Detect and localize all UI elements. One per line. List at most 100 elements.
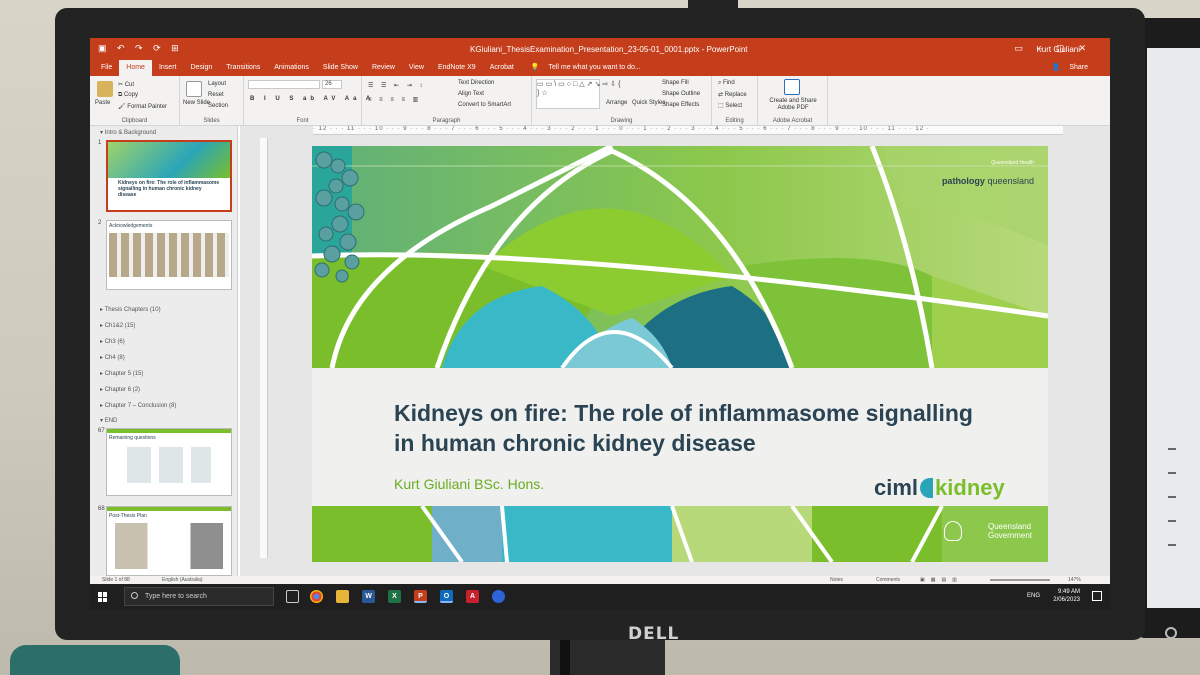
system-clock[interactable]: 9:49 AM 2/06/2023 bbox=[1053, 588, 1080, 604]
thumb-title: Remaining questions bbox=[109, 435, 156, 441]
power-button[interactable] bbox=[1165, 627, 1177, 639]
section-label: Thesis Chapters (10) bbox=[104, 307, 161, 313]
section-button[interactable]: Section bbox=[208, 103, 228, 109]
align-buttons[interactable]: ≡ ≡ ≡ ≡ ▥ bbox=[368, 96, 421, 103]
acrobat-icon[interactable]: A bbox=[466, 590, 479, 603]
text-direction-button[interactable]: Text Direction bbox=[458, 80, 494, 86]
outlook-icon[interactable]: O bbox=[440, 590, 453, 603]
paste-button[interactable]: Paste bbox=[95, 100, 110, 106]
taskbar-search[interactable]: Type here to search bbox=[124, 587, 274, 606]
select-button[interactable]: ⬚ Select bbox=[718, 102, 742, 109]
notification-icon[interactable] bbox=[1092, 591, 1102, 601]
find-button[interactable]: ⌕ Find bbox=[718, 80, 735, 87]
slide-canvas[interactable]: Queensland Health pathology queensland K… bbox=[312, 146, 1048, 562]
tab-review[interactable]: Review bbox=[365, 60, 402, 76]
arrange-button[interactable]: Arrange bbox=[606, 100, 627, 106]
windows-start-icon[interactable] bbox=[98, 592, 108, 602]
excel-icon[interactable]: X bbox=[388, 590, 401, 603]
share-label: Share bbox=[1069, 64, 1088, 71]
cut-button[interactable]: ✂ Cut bbox=[118, 81, 134, 88]
section-ch4[interactable]: ▸ Ch4 (8) bbox=[100, 354, 125, 361]
adobe-pdf-icon[interactable] bbox=[784, 79, 800, 95]
zoom-slider[interactable] bbox=[990, 579, 1050, 581]
shape-fill-button[interactable]: Shape Fill bbox=[662, 80, 689, 86]
thumbnail-pane[interactable]: ▾ Intro & Background 1 Kidneys on fire: … bbox=[90, 126, 238, 584]
convert-smartart-button[interactable]: Convert to SmartArt bbox=[458, 102, 511, 108]
slide-thumbnail-68[interactable]: Post-Thesis Plan bbox=[106, 506, 232, 576]
list-buttons[interactable]: ☰ ☰ ⇤ ⇥ ↕ bbox=[368, 82, 425, 89]
font-size-input[interactable]: 26 bbox=[322, 80, 342, 89]
shape-effects-button[interactable]: Shape Effects bbox=[662, 102, 699, 108]
quick-styles-button[interactable]: Quick Styles bbox=[632, 100, 665, 106]
shapes-gallery[interactable]: ▭▭\▭○□△↗↘⇨⇩{ }☆ bbox=[536, 79, 620, 109]
clipboard-group: Paste ✂ Cut ⧉ Copy 🖌 Format Painter Clip… bbox=[90, 76, 180, 126]
tab-transitions[interactable]: Transitions bbox=[219, 60, 267, 76]
search-placeholder: Type here to search bbox=[145, 593, 207, 600]
monitor-cable bbox=[560, 640, 570, 675]
font-name-input[interactable] bbox=[248, 80, 320, 89]
tab-insert[interactable]: Insert bbox=[152, 60, 184, 76]
comments-button[interactable]: Comments bbox=[876, 577, 900, 583]
file-explorer-icon[interactable] bbox=[336, 590, 349, 603]
align-text-button[interactable]: Align Text bbox=[458, 91, 484, 97]
zoom-icon[interactable] bbox=[492, 590, 505, 603]
slide-author[interactable]: Kurt Giuliani BSc. Hons. bbox=[394, 476, 544, 492]
share-button[interactable]: 👤 Share bbox=[1045, 60, 1102, 76]
tab-animations[interactable]: Animations bbox=[267, 60, 316, 76]
slide-thumbnail-67[interactable]: Remaining questions bbox=[106, 428, 232, 496]
slides-label: Slides bbox=[203, 118, 220, 124]
shape-outline-button[interactable]: Shape Outline bbox=[662, 91, 700, 97]
thumb-number: 2 bbox=[98, 220, 102, 226]
thumb-title: Kidneys on fire: The role of inflammasom… bbox=[118, 180, 220, 198]
language-indicator[interactable]: English (Australia) bbox=[162, 577, 203, 583]
tell-me-search[interactable]: 💡 Tell me what you want to do... bbox=[521, 60, 655, 76]
word-icon[interactable]: W bbox=[362, 590, 375, 603]
section-chapter-5[interactable]: ▸ Chapter 5 (15) bbox=[100, 370, 143, 377]
tab-file[interactable]: File bbox=[94, 60, 119, 76]
tab-endnote[interactable]: EndNote X9 bbox=[431, 60, 483, 76]
new-slide-icon[interactable] bbox=[186, 81, 202, 97]
section-label: Chapter 6 (2) bbox=[104, 387, 141, 393]
tab-acrobat[interactable]: Acrobat bbox=[483, 60, 521, 76]
section-intro[interactable]: ▾ Intro & Background bbox=[100, 129, 156, 136]
tab-home[interactable]: Home bbox=[119, 60, 152, 76]
section-chapter-6[interactable]: ▸ Chapter 6 (2) bbox=[100, 386, 140, 393]
font-format-buttons[interactable]: B I U S ab AV Aa A bbox=[250, 96, 374, 102]
zoom-level[interactable]: 147% bbox=[1068, 577, 1081, 583]
ciml-kidney-logo: ciml kidney bbox=[874, 475, 1005, 501]
format-painter-button[interactable]: 🖌 Format Painter bbox=[118, 103, 167, 110]
layout-button[interactable]: Layout bbox=[208, 81, 226, 87]
tab-design[interactable]: Design bbox=[183, 60, 219, 76]
section-thesis-chapters[interactable]: ▸ Thesis Chapters (10) bbox=[100, 306, 161, 313]
thumb-photos bbox=[109, 233, 229, 277]
reset-button[interactable]: Reset bbox=[208, 92, 224, 98]
replace-button[interactable]: ⇄ Replace bbox=[718, 91, 747, 98]
paste-icon[interactable] bbox=[97, 81, 113, 97]
language-indicator-taskbar[interactable]: ENG bbox=[1027, 593, 1040, 599]
section-ch1-2[interactable]: ▸ Ch1&2 (15) bbox=[100, 322, 135, 329]
tab-view[interactable]: View bbox=[402, 60, 431, 76]
slide-title[interactable]: Kidneys on fire: The role of inflammasom… bbox=[394, 398, 994, 458]
task-view-icon[interactable] bbox=[286, 590, 299, 603]
section-end[interactable]: ▾ END bbox=[100, 417, 117, 424]
desk-object bbox=[10, 645, 180, 675]
section-label: Chapter 7 – Conclusion (8) bbox=[104, 403, 177, 409]
view-buttons[interactable]: ▣▦▤▥ bbox=[920, 577, 963, 583]
chrome-icon[interactable] bbox=[310, 590, 323, 603]
new-slide-button[interactable]: New Slide bbox=[183, 100, 210, 106]
vertical-ruler bbox=[260, 138, 268, 558]
section-chapter-7[interactable]: ▸ Chapter 7 – Conclusion (8) bbox=[100, 402, 176, 409]
search-icon bbox=[131, 592, 138, 599]
slide-thumbnail-2[interactable]: Acknowledgements bbox=[106, 220, 232, 290]
notes-button[interactable]: Notes bbox=[830, 577, 843, 583]
copy-button[interactable]: ⧉ Copy bbox=[118, 92, 138, 99]
quick-access-toolbar[interactable]: ▣ ↶ ↷ ⟳ ⊞ bbox=[98, 43, 183, 54]
tab-slide-show[interactable]: Slide Show bbox=[316, 60, 365, 76]
monitor-buttons[interactable] bbox=[1168, 448, 1176, 568]
section-ch3[interactable]: ▸ Ch3 (6) bbox=[100, 338, 125, 345]
window-controls[interactable]: ▭–▢✕ bbox=[1014, 43, 1100, 54]
thumb-banner bbox=[108, 142, 230, 178]
slide-thumbnail-1[interactable]: Kidneys on fire: The role of inflammasom… bbox=[106, 140, 232, 212]
powerpoint-icon[interactable]: P bbox=[414, 590, 427, 603]
create-pdf-button[interactable]: Create and Share Adobe PDF bbox=[762, 98, 824, 112]
